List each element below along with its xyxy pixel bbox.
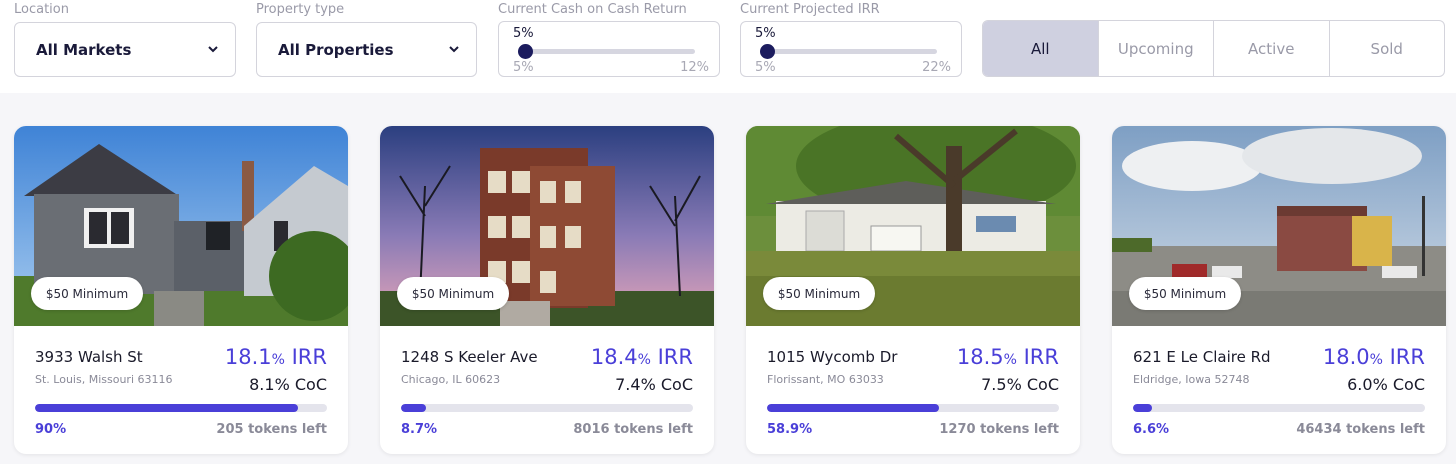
irr-value: 18.4 <box>590 345 638 369</box>
chevron-down-icon <box>449 46 459 53</box>
irr-value: 18.0 <box>1322 345 1370 369</box>
property-coc: 7.5% CoC <box>981 375 1059 394</box>
slider-max-label: 12% <box>680 60 709 75</box>
slider-min-label: 5% <box>755 60 776 75</box>
property-irr: 18.4% IRR <box>591 345 693 369</box>
property-type-label: Property type <box>256 2 345 17</box>
slider-handle[interactable] <box>760 44 775 59</box>
property-type-select-value: All Properties <box>278 40 394 59</box>
property-irr: 18.0% IRR <box>1323 345 1425 369</box>
minimum-badge: $50 Minimum <box>1129 277 1241 310</box>
funding-progress-bar <box>35 404 327 412</box>
location-label: Location <box>14 2 69 17</box>
tab-upcoming[interactable]: Upcoming <box>1097 21 1214 76</box>
irr-percent-sign: % <box>271 352 285 368</box>
property-address[interactable]: 621 E Le Claire Rd <box>1133 348 1271 366</box>
slider-handle[interactable] <box>518 44 533 59</box>
funded-percent: 8.7% <box>401 422 438 437</box>
status-tabs: All Upcoming Active Sold <box>982 20 1445 77</box>
slider-track[interactable] <box>521 49 695 54</box>
property-irr: 18.5% IRR <box>957 345 1059 369</box>
property-card[interactable]: $50 Minimum 621 E Le Claire Rd Eldridge,… <box>1112 126 1446 454</box>
property-card[interactable]: $50 Minimum 1015 Wycomb Dr Florissant, M… <box>746 126 1080 454</box>
tab-active[interactable]: Active <box>1213 21 1329 76</box>
minimum-badge: $50 Minimum <box>763 277 875 310</box>
location-select[interactable]: All Markets <box>14 22 236 77</box>
funding-progress-fill <box>1133 404 1153 412</box>
property-address[interactable]: 1248 S Keeler Ave <box>401 348 538 366</box>
cash-on-cash-slider: 5% 5% 12% <box>498 21 720 77</box>
funding-progress-bar <box>401 404 693 412</box>
property-address[interactable]: 1015 Wycomb Dr <box>767 348 897 366</box>
funding-progress-fill <box>767 404 939 412</box>
property-coc: 8.1% CoC <box>249 375 327 394</box>
funded-percent: 58.9% <box>767 422 813 437</box>
property-card[interactable]: $50 Minimum 1248 S Keeler Ave Chicago, I… <box>380 126 714 454</box>
tokens-left: 8016 tokens left <box>573 422 693 437</box>
minimum-badge: $50 Minimum <box>397 277 509 310</box>
property-type-select[interactable]: All Properties <box>256 22 477 77</box>
irr-value: 18.5 <box>956 345 1004 369</box>
irr-percent-sign: % <box>1369 352 1383 368</box>
projected-irr-slider: 5% 5% 22% <box>740 21 962 77</box>
irr-suffix: IRR <box>284 345 327 369</box>
cash-on-cash-label: Current Cash on Cash Return <box>498 2 687 17</box>
property-irr: 18.1% IRR <box>225 345 327 369</box>
property-city: St. Louis, Missouri 63116 <box>35 373 173 386</box>
funding-progress-bar <box>767 404 1059 412</box>
property-card[interactable]: $50 Minimum 3933 Walsh St St. Louis, Mis… <box>14 126 348 454</box>
irr-suffix: IRR <box>650 345 693 369</box>
cash-on-cash-current: 5% <box>513 26 534 41</box>
tokens-left: 205 tokens left <box>216 422 327 437</box>
chevron-down-icon <box>208 46 218 53</box>
property-address[interactable]: 3933 Walsh St <box>35 348 143 366</box>
irr-value: 18.1 <box>224 345 272 369</box>
irr-suffix: IRR <box>1382 345 1425 369</box>
property-city: Florissant, MO 63033 <box>767 373 884 386</box>
tab-all[interactable]: All <box>983 21 1098 76</box>
funding-progress-fill <box>35 404 298 412</box>
projected-irr-current: 5% <box>755 26 776 41</box>
property-coc: 7.4% CoC <box>615 375 693 394</box>
slider-track[interactable] <box>763 49 937 54</box>
irr-percent-sign: % <box>637 352 651 368</box>
slider-max-label: 22% <box>922 60 951 75</box>
minimum-badge: $50 Minimum <box>31 277 143 310</box>
funding-progress-bar <box>1133 404 1425 412</box>
funding-progress-fill <box>401 404 427 412</box>
slider-min-label: 5% <box>513 60 534 75</box>
property-coc: 6.0% CoC <box>1347 375 1425 394</box>
property-city: Eldridge, Iowa 52748 <box>1133 373 1250 386</box>
projected-irr-label: Current Projected IRR <box>740 2 880 17</box>
tokens-left: 1270 tokens left <box>939 422 1059 437</box>
property-city: Chicago, IL 60623 <box>401 373 501 386</box>
funded-percent: 90% <box>35 422 67 437</box>
irr-percent-sign: % <box>1003 352 1017 368</box>
tokens-left: 46434 tokens left <box>1296 422 1425 437</box>
location-select-value: All Markets <box>36 40 132 59</box>
funded-percent: 6.6% <box>1133 422 1170 437</box>
tab-sold[interactable]: Sold <box>1328 21 1445 76</box>
filter-bar: Location All Markets Property type All P… <box>0 0 1456 93</box>
irr-suffix: IRR <box>1016 345 1059 369</box>
